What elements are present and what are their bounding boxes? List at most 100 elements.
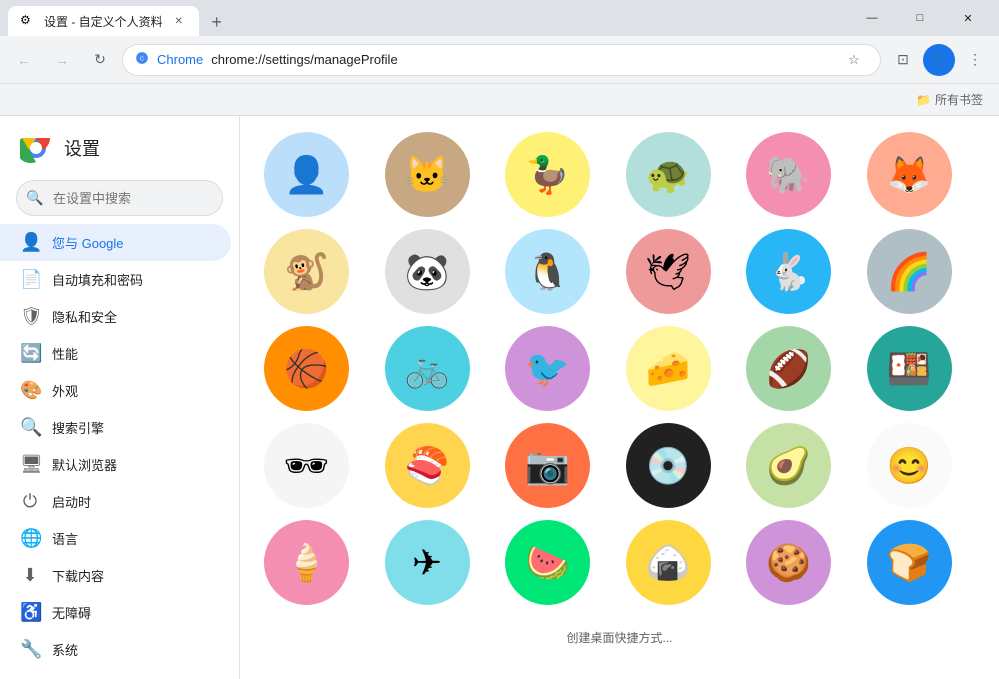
nav-label-google: 您与 Google [52, 233, 124, 252]
nav-icon-startup: ⏻ [20, 491, 40, 512]
nav-label-startup: 启动时 [52, 492, 91, 511]
nav-icon-appearance: 🎨 [20, 380, 40, 401]
sidebar-item-performance[interactable]: 🔄 性能 [0, 335, 231, 372]
maximize-button[interactable]: □ [897, 0, 943, 36]
sidebar-item-language[interactable]: 🌐 语言 [0, 520, 231, 557]
search-icon: 🔍 [26, 190, 43, 207]
reader-mode-button[interactable]: ⊡ [887, 44, 919, 76]
nav-label-performance: 性能 [52, 344, 78, 363]
avatar-monkey-6[interactable]: 🐒 [264, 229, 349, 314]
sidebar-header: 设置 [0, 116, 239, 180]
nav-icon-google: 👤 [20, 232, 40, 253]
avatar-bicycle-13[interactable]: 🚲 [385, 326, 470, 411]
bookmarks-bar: 📁 所有书签 [0, 84, 999, 116]
nav-label-downloads: 下载内容 [52, 566, 104, 585]
avatar-penguin-8[interactable]: 🐧 [505, 229, 590, 314]
avatar-avocado-22[interactable]: 🥑 [746, 423, 831, 508]
titlebar: ⚙ 设置 - 自定义个人资料 ✕ + — □ ✕ [0, 0, 999, 36]
address-bar[interactable]: C Chrome chrome://settings/manageProfile… [122, 44, 881, 76]
nav-icon-system: 🔧 [20, 639, 40, 660]
avatar-turtle-3[interactable]: 🐢 [626, 132, 711, 217]
sidebar-item-startup[interactable]: ⏻ 启动时 [0, 483, 231, 520]
avatar-vinyl-21[interactable]: 💿 [626, 423, 711, 508]
nav-label-appearance: 外观 [52, 381, 78, 400]
back-button[interactable]: ← [8, 44, 40, 76]
avatar-cat-1[interactable]: 🐱 [385, 132, 470, 217]
avatar-toast-29[interactable]: 🍞 [867, 520, 952, 605]
avatar-ice_cream-24[interactable]: 🍦 [264, 520, 349, 605]
nav-label-language: 语言 [52, 529, 78, 548]
avatar-grid: 👤 🐱 🦆 🐢 🐘 🦊 🐒 🐼 🐧 🕊 🐇 🌈 🏀 🚲 🐦 🧀 🏈 🍱 🕶 🍣 📷 💿 🥑 😊 🍦 ✈ 🍉 🍙 🍪 🍞 [240, 116, 999, 621]
nav-label-search: 搜索引擎 [52, 418, 104, 437]
nav-icon-language: 🌐 [20, 528, 40, 549]
sidebar-item-privacy[interactable]: 🛡 隐私和安全 [0, 298, 231, 335]
avatar-basketball-12[interactable]: 🏀 [264, 326, 349, 411]
avatar-person-0[interactable]: 👤 [264, 132, 349, 217]
sidebar-item-downloads[interactable]: ⬇下载内容 [0, 557, 231, 594]
svg-text:C: C [140, 56, 144, 62]
avatar-elephant-4[interactable]: 🐘 [746, 132, 831, 217]
bookmark-star-button[interactable]: ☆ [840, 46, 868, 74]
avatar-sushi_plate-17[interactable]: 🍱 [867, 326, 952, 411]
active-tab[interactable]: ⚙ 设置 - 自定义个人资料 ✕ [8, 6, 199, 36]
avatar-crane-9[interactable]: 🕊 [626, 229, 711, 314]
nav-icon-search: 🔍 [20, 417, 40, 438]
avatar-face-23[interactable]: 😊 [867, 423, 952, 508]
avatar-rainbow-11[interactable]: 🌈 [867, 229, 952, 314]
sidebar-search-container: 🔍 [16, 180, 223, 216]
sidebar-item-browser[interactable]: 🖥 默认浏览器 [0, 446, 231, 483]
avatar-football-16[interactable]: 🏈 [746, 326, 831, 411]
toolbar-actions: ⊡ 👤 ⋮ [887, 44, 991, 76]
avatar-bird-14[interactable]: 🐦 [505, 326, 590, 411]
search-input[interactable] [16, 180, 223, 216]
avatar-camera-20[interactable]: 📷 [505, 423, 590, 508]
avatar-panda-7[interactable]: 🐼 [385, 229, 470, 314]
folder-icon: 📁 [916, 93, 931, 107]
content-area: 👤🐱🦆🐢🐘🦊🐒🐼🐧🕊🐇🌈🏀🚲🐦🧀🏈🍱🕶🍣📷💿🥑😊🍦✈🍉🍙🍪🍞 创建桌面快捷方式.… [240, 116, 999, 679]
chrome-logo-icon [20, 132, 52, 164]
menu-button[interactable]: ⋮ [959, 44, 991, 76]
all-bookmarks-item[interactable]: 📁 所有书签 [908, 87, 991, 112]
refresh-button[interactable]: ↻ [84, 44, 116, 76]
avatar-bird_origami-2[interactable]: 🦆 [505, 132, 590, 217]
avatar-fox-5[interactable]: 🦊 [867, 132, 952, 217]
main-container: 设置 🔍 👤 您与 Google 📄自动填充和密码 🛡 隐私和安全 🔄 性能 🎨 外观 🔍 搜索引擎… [0, 116, 999, 679]
sidebar: 设置 🔍 👤 您与 Google 📄自动填充和密码 🛡 隐私和安全 🔄 性能 🎨 外观 🔍 搜索引擎… [0, 116, 240, 679]
nav-label-system: 系统 [52, 640, 78, 659]
avatar-onigiri-27[interactable]: 🍙 [626, 520, 711, 605]
forward-button[interactable]: → [46, 44, 78, 76]
toolbar: ← → ↻ C Chrome chrome://settings/manageP… [0, 36, 999, 84]
nav-label-autofill: 自动填充和密码 [52, 270, 143, 289]
nav-icon-browser: 🖥 [20, 454, 40, 475]
avatar-plane-25[interactable]: ✈ [385, 520, 470, 605]
sidebar-item-autofill[interactable]: 📄自动填充和密码 [0, 261, 231, 298]
new-tab-button[interactable]: + [203, 8, 231, 36]
nav-label-privacy: 隐私和安全 [52, 307, 117, 326]
address-actions: ☆ [840, 46, 868, 74]
avatar-sunglasses-18[interactable]: 🕶 [264, 423, 349, 508]
nav-icon-privacy: 🛡 [20, 306, 40, 327]
sidebar-item-accessibility[interactable]: ♿无障碍 [0, 594, 231, 631]
close-button[interactable]: ✕ [945, 0, 991, 36]
sidebar-item-system[interactable]: 🔧 系统 [0, 631, 231, 668]
all-bookmarks-label: 所有书签 [935, 91, 983, 108]
nav-items-container: 👤 您与 Google 📄自动填充和密码 🛡 隐私和安全 🔄 性能 🎨 外观 🔍 搜索引擎 🖥 默认浏览… [0, 224, 239, 668]
nav-label-browser: 默认浏览器 [52, 455, 117, 474]
profile-button[interactable]: 👤 [923, 44, 955, 76]
minimize-button[interactable]: — [849, 0, 895, 36]
tab-strip: ⚙ 设置 - 自定义个人资料 ✕ + [8, 0, 845, 36]
tab-close-button[interactable]: ✕ [171, 13, 187, 29]
avatar-watermelon-26[interactable]: 🍉 [505, 520, 590, 605]
sidebar-item-google[interactable]: 👤 您与 Google [0, 224, 231, 261]
nav-icon-performance: 🔄 [20, 343, 40, 364]
chrome-brand-label: Chrome [157, 52, 203, 67]
avatar-rabbit-10[interactable]: 🐇 [746, 229, 831, 314]
avatar-cheese-15[interactable]: 🧀 [626, 326, 711, 411]
sidebar-item-search[interactable]: 🔍 搜索引擎 [0, 409, 231, 446]
window-controls: — □ ✕ [849, 0, 991, 36]
search-wrap: 🔍 [16, 180, 223, 216]
avatar-sushi-19[interactable]: 🍣 [385, 423, 470, 508]
avatar-cookie-28[interactable]: 🍪 [746, 520, 831, 605]
nav-label-accessibility: 无障碍 [52, 603, 91, 622]
sidebar-item-appearance[interactable]: 🎨 外观 [0, 372, 231, 409]
